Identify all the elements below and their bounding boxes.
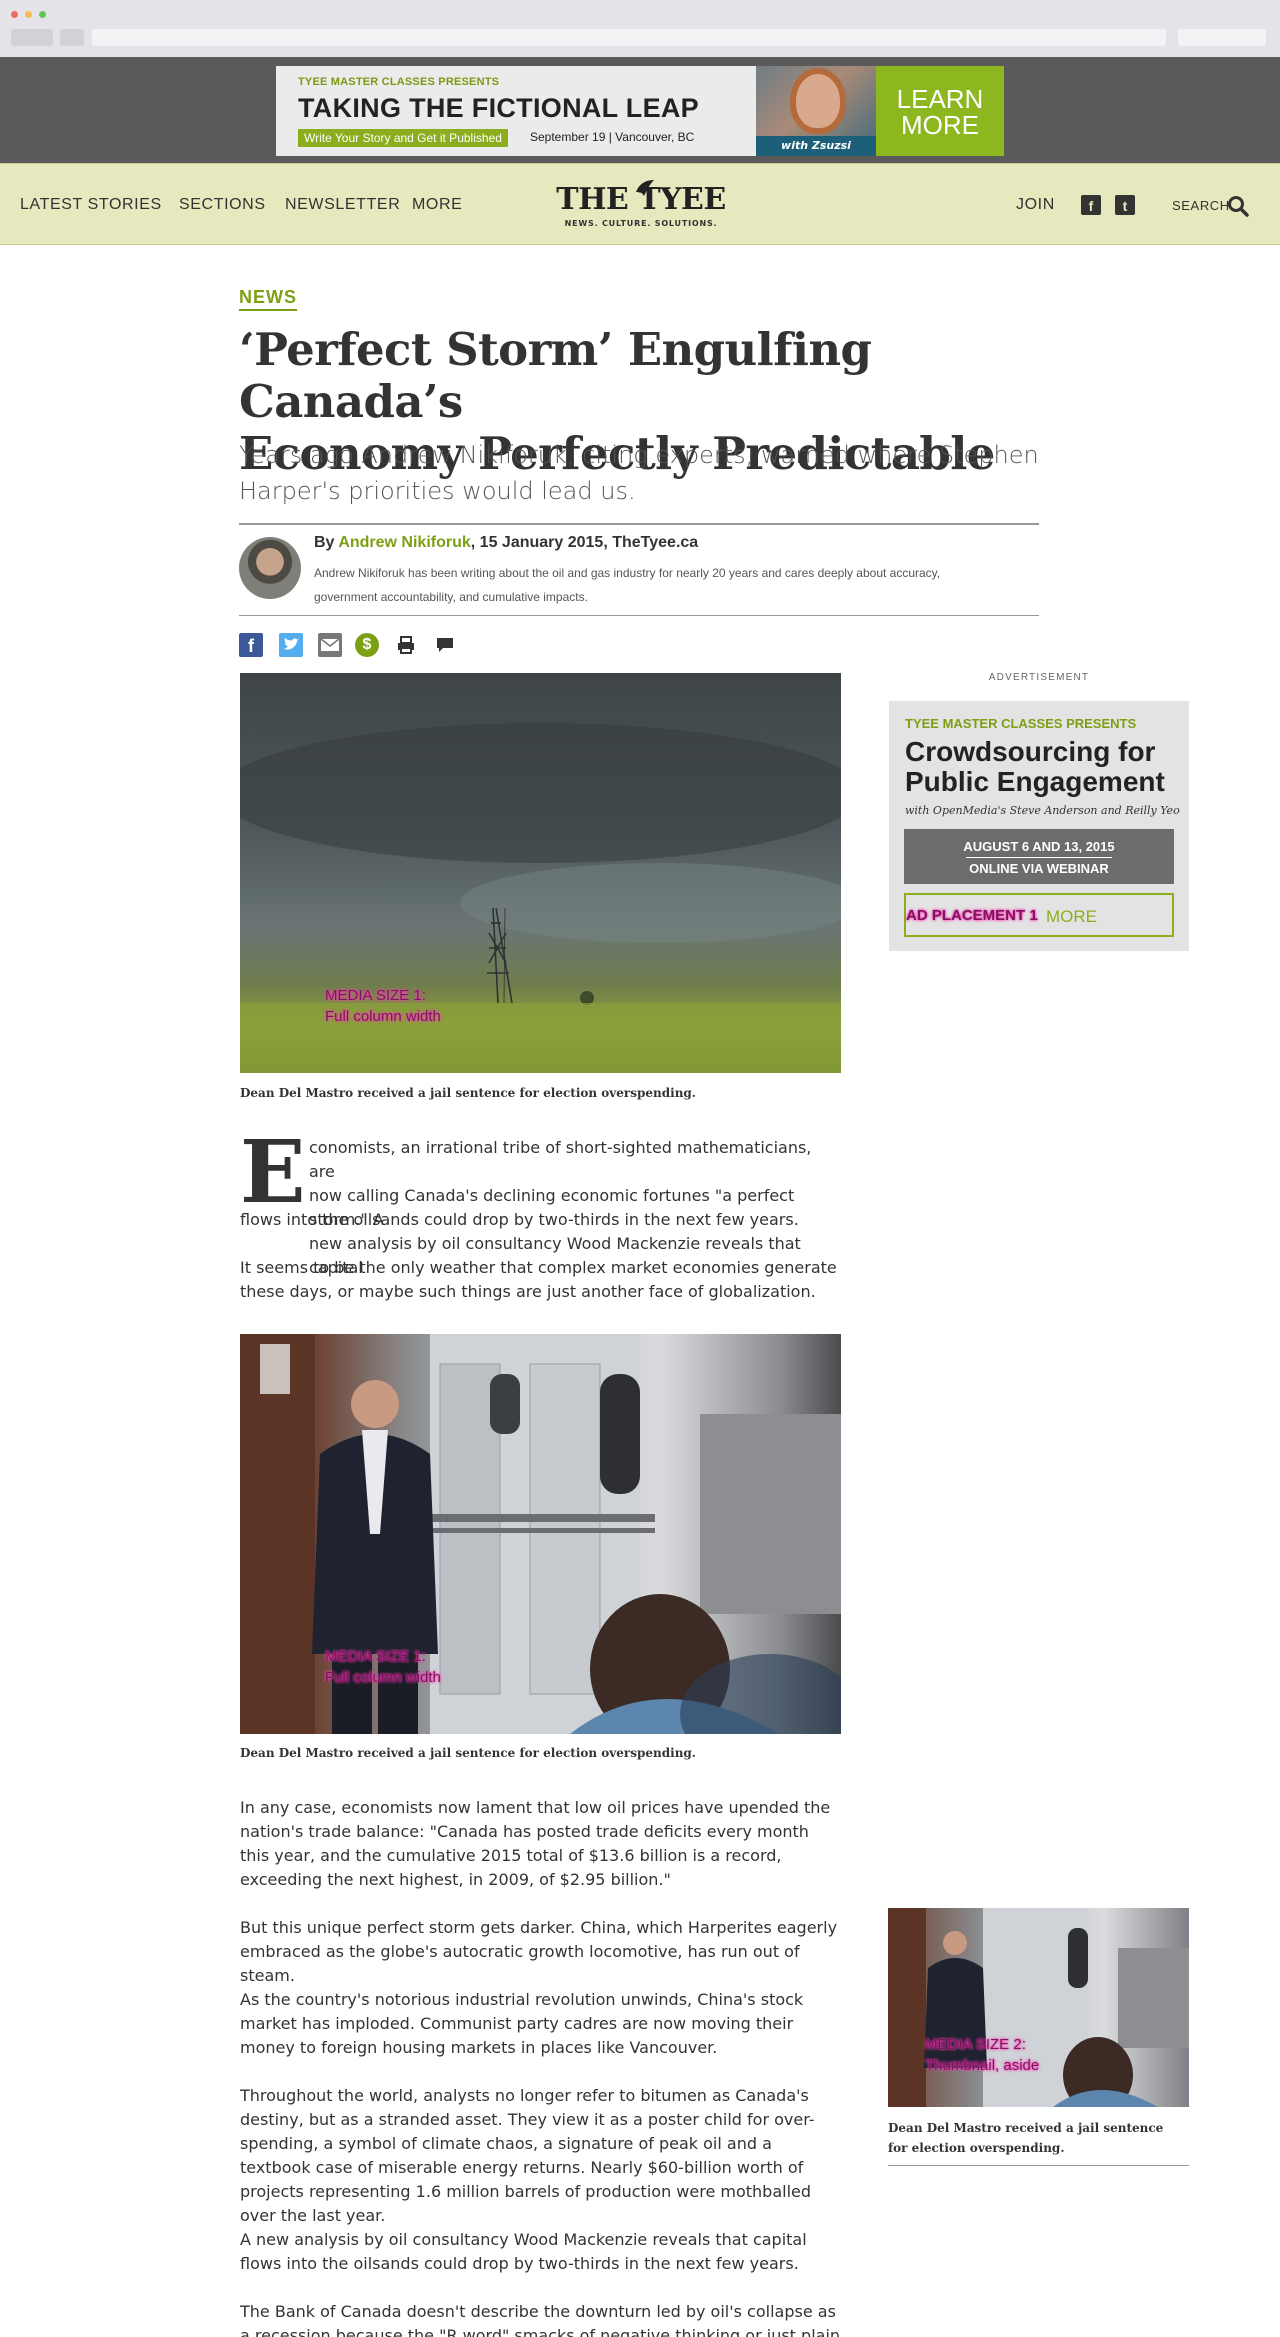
top-banner-ad[interactable]: TYEE MASTER CLASSES PRESENTS TAKING THE … xyxy=(276,66,1004,156)
banner-title: TAKING THE FICTIONAL LEAP xyxy=(298,93,699,123)
sidebar-ad-more-label: MORE xyxy=(1046,907,1097,926)
learn-more-button[interactable]: LEARN MORE xyxy=(876,66,1004,156)
search-icon[interactable] xyxy=(1227,195,1249,217)
maximize-window-icon[interactable] xyxy=(39,11,46,18)
presenter-caption: with Zsuzsi Gartner xyxy=(756,136,876,156)
presenter-photo: with Zsuzsi Gartner xyxy=(756,66,876,156)
back-forward-buttons[interactable] xyxy=(11,29,53,46)
browser-toolbar-right[interactable] xyxy=(1178,29,1266,46)
event-divider xyxy=(966,857,1112,858)
paragraph-8: The Bank of Canada doesn't describe the … xyxy=(240,2302,841,2337)
nav-join[interactable]: JOIN xyxy=(1016,196,1055,214)
share-email-icon[interactable] xyxy=(318,633,342,657)
nav-more[interactable]: MORE xyxy=(412,196,462,214)
search-label[interactable]: SEARCH xyxy=(1172,198,1230,213)
byline-prefix: By xyxy=(314,534,339,551)
media-size-label: MEDIA SIZE 2: Thumbnail, aside xyxy=(925,2034,1039,2076)
share-twitter-icon[interactable] xyxy=(279,633,303,657)
share-facebook-icon[interactable]: f xyxy=(239,633,263,657)
media-label-line-1: MEDIA SIZE 1: xyxy=(325,987,426,1004)
aside-thumbnail-scene xyxy=(888,1908,1189,2107)
photo-caption: Dean Del Mastro received a jail sentence… xyxy=(240,1746,696,1760)
paragraph-5: As the country's notorious industrial re… xyxy=(240,1990,804,2057)
nav-newsletter[interactable]: NEWSLETTER xyxy=(285,196,400,214)
paragraph-4: But this unique perfect storm gets darke… xyxy=(240,1918,838,1985)
comment-icon[interactable] xyxy=(433,633,457,657)
photo-caption: Dean Del Mastro received a jail sentence… xyxy=(240,1086,696,1100)
mid-photo: MEDIA SIZE 1: Full column width xyxy=(240,1334,841,1734)
byline-bottom-divider xyxy=(239,615,1039,616)
event-dates: AUGUST 6 AND 13, 2015 xyxy=(963,839,1115,854)
address-bar[interactable] xyxy=(92,29,1166,46)
twitter-icon[interactable]: t xyxy=(1115,195,1135,215)
p1-line-1: conomists, an irrational tribe of short-… xyxy=(309,1138,812,1181)
headline-line-1: ‘Perfect Storm’ Engulfing Canada’s xyxy=(239,323,872,428)
paragraph-1b: flows into the oilsands could drop by tw… xyxy=(240,1210,799,1229)
learn-more-line2: MORE xyxy=(901,110,979,140)
media-size-label: MEDIA SIZE 1: Full column width xyxy=(325,985,441,1027)
paragraph-7: A new analysis by oil consultancy Wood M… xyxy=(240,2230,807,2273)
lead-photo: MEDIA SIZE 1: Full column width xyxy=(240,673,841,1073)
byline: By Andrew Nikiforuk, 15 January 2015, Th… xyxy=(314,534,698,552)
logo-tagline: NEWS. CULTURE. SOLUTIONS. xyxy=(564,219,718,228)
media-label-line-2: Full column width xyxy=(325,1008,441,1025)
sidebar-toggle-button[interactable] xyxy=(60,29,84,46)
sidebar-ad-title-line-2: Public Engagement xyxy=(905,766,1165,797)
aside-thumbnail-caption: Dean Del Mastro received a jail sentence… xyxy=(888,2121,1164,2155)
byline-date-source: , 15 January 2015, TheTyee.ca xyxy=(470,534,699,551)
byline-top-divider xyxy=(239,523,1039,525)
drop-cap: E xyxy=(240,1122,306,1223)
banner-date: September 19 | Vancouver, BC xyxy=(530,130,695,144)
media-label-line-1: MEDIA SIZE 2: xyxy=(925,2036,1026,2053)
sidebar-ad-event-info: AUGUST 6 AND 13, 2015 ONLINE VIA WEBINAR xyxy=(904,829,1174,884)
browser-chrome xyxy=(0,0,1280,57)
sidebar-ad[interactable]: TYEE MASTER CLASSES PRESENTS Crowdsourci… xyxy=(889,701,1189,951)
sidebar-ad-more-button[interactable]: AD PLACEMENT 1 MORE xyxy=(904,893,1174,937)
sidebar-ad-title: Crowdsourcing for Public Engagement xyxy=(905,737,1185,797)
facebook-icon[interactable]: f xyxy=(1081,195,1101,215)
deck-line-2: Harper's priorities would lead us. xyxy=(239,477,636,505)
banner-tagline: Write Your Story and Get it Published xyxy=(298,129,508,147)
author-link[interactable]: Andrew Nikiforuk xyxy=(338,534,470,551)
advertisement-label: ADVERTISEMENT xyxy=(988,672,1090,683)
nav-sections[interactable]: SECTIONS xyxy=(179,196,266,214)
fish-logo-icon xyxy=(636,180,654,196)
deck-line-1: Years ago Andrew Nikiforuk, citing exper… xyxy=(239,441,1039,469)
author-avatar[interactable] xyxy=(239,537,301,599)
section-label[interactable]: NEWS xyxy=(239,287,297,311)
aside-divider xyxy=(888,2165,1189,2166)
nav-latest-stories[interactable]: LATEST STORIES xyxy=(20,196,162,214)
paragraph-2: It seems to be the only weather that com… xyxy=(240,1258,837,1301)
close-window-icon[interactable] xyxy=(11,11,18,18)
paragraph-6: Throughout the world, analysts no longer… xyxy=(240,2086,815,2225)
ad-placement-label: AD PLACEMENT 1 xyxy=(906,907,1038,924)
article-deck: Years ago Andrew Nikiforuk, citing exper… xyxy=(239,437,1039,509)
media-label-line-1: MEDIA SIZE 1: xyxy=(325,1648,426,1665)
event-format: ONLINE VIA WEBINAR xyxy=(969,861,1109,876)
sidebar-ad-kicker: TYEE MASTER CLASSES PRESENTS xyxy=(905,716,1137,731)
sidebar-ad-subtitle: with OpenMedia's Steve Anderson and Reil… xyxy=(905,804,1180,817)
banner-kicker: TYEE MASTER CLASSES PRESENTS xyxy=(298,76,500,88)
presenter-face xyxy=(796,74,840,128)
site-logo[interactable]: THE TYEE NEWS. CULTURE. SOLUTIONS. xyxy=(556,178,726,234)
learn-more-line1: LEARN xyxy=(896,84,984,114)
minimize-window-icon[interactable] xyxy=(25,11,32,18)
author-bio: Andrew Nikiforuk has been writing about … xyxy=(314,561,1034,609)
bio-line-2: government accountability, and cumulativ… xyxy=(314,590,588,604)
bio-line-1: Andrew Nikiforuk has been writing about … xyxy=(314,566,941,580)
main-nav: LATEST STORIES SECTIONS NEWSLETTER MORE … xyxy=(0,163,1280,245)
print-icon[interactable] xyxy=(394,633,418,657)
media-size-label: MEDIA SIZE 1: Full column width xyxy=(325,1646,441,1688)
media-label-line-2: Thumbnail, aside xyxy=(925,2057,1040,2074)
donate-icon[interactable]: $ xyxy=(355,633,379,657)
paragraph-3: In any case, economists now lament that … xyxy=(240,1798,831,1889)
media-label-line-2: Full column width xyxy=(325,1669,441,1686)
sidebar-ad-title-line-1: Crowdsourcing for xyxy=(905,736,1156,767)
aside-thumbnail: MEDIA SIZE 2: Thumbnail, aside xyxy=(888,1908,1189,2107)
